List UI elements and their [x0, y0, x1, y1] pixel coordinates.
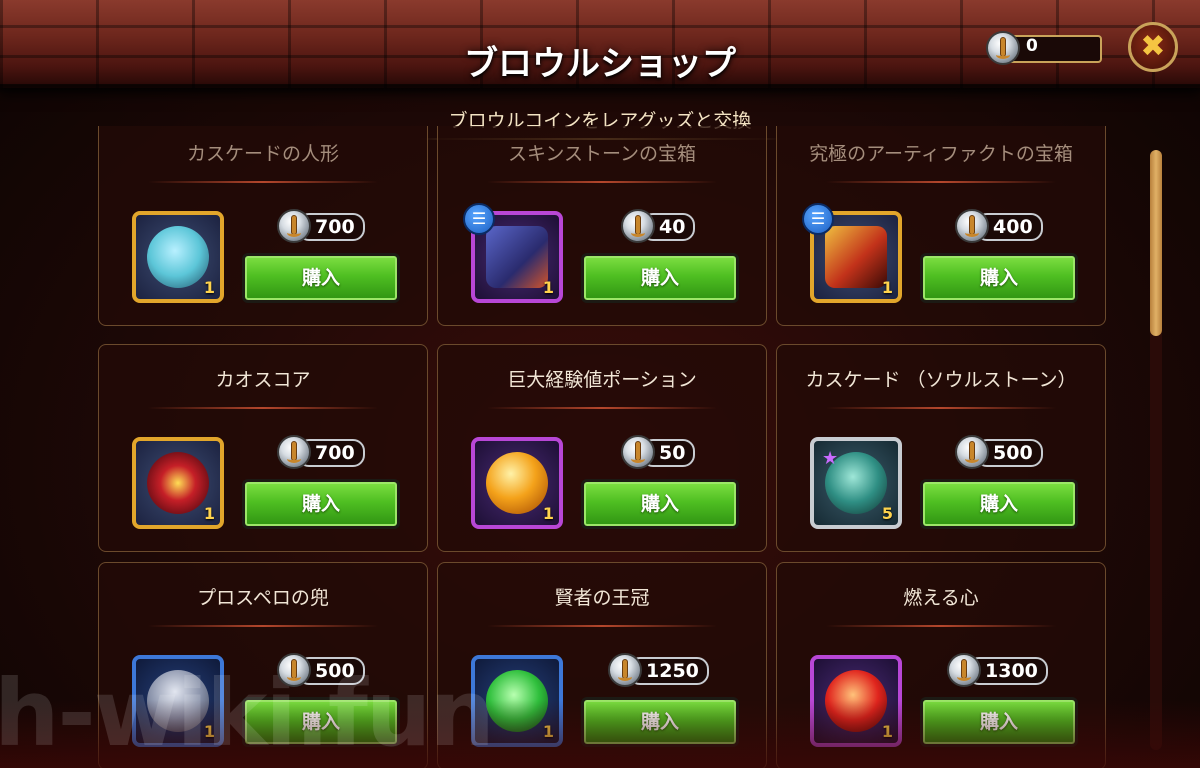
- item-name: 巨大経験値ポーション: [507, 369, 697, 391]
- chaos-core-icon: [147, 452, 209, 514]
- item-quantity: 1: [881, 722, 893, 741]
- buy-button[interactable]: 購入: [581, 253, 739, 303]
- doll-icon: [147, 226, 209, 288]
- buy-button[interactable]: 購入: [920, 697, 1078, 747]
- item-quantity: 1: [881, 278, 893, 297]
- brawl-coin-icon: [621, 209, 655, 243]
- currency-counter: 0: [986, 31, 1104, 65]
- shop-item-card: 巨大経験値ポーション 1 50 購入: [437, 344, 767, 552]
- card-divider: [148, 181, 378, 183]
- card-divider: [148, 407, 378, 409]
- buy-button[interactable]: 購入: [920, 253, 1078, 303]
- brawl-coin-icon: [608, 653, 642, 687]
- buy-button[interactable]: 購入: [242, 479, 400, 529]
- item-name: 賢者の王冠: [554, 587, 650, 609]
- card-divider: [826, 407, 1056, 409]
- buy-button[interactable]: 購入: [242, 253, 400, 303]
- brawl-coin-icon: [955, 435, 989, 469]
- card-divider: [487, 181, 717, 183]
- item-icon[interactable]: ★ 5: [810, 437, 902, 529]
- item-name: 燃える心: [903, 587, 979, 609]
- watermark: h-wiki.fun: [0, 660, 495, 767]
- currency-value: 0: [1026, 36, 1038, 56]
- item-name: カスケード （ソウルストーン）: [805, 369, 1077, 391]
- item-name: スキンストーンの宝箱: [507, 143, 697, 165]
- item-name: プロスペロの兜: [197, 587, 329, 609]
- info-list-icon[interactable]: ☰: [463, 203, 495, 235]
- item-quantity: 1: [542, 504, 554, 523]
- item-name: 究極のアーティファクトの宝箱: [809, 143, 1073, 165]
- card-divider: [826, 625, 1056, 627]
- shop-item-card: カオスコア 1 700 購入: [98, 344, 428, 552]
- item-name: カスケードの人形: [186, 143, 339, 165]
- artifact-chest-icon: [825, 226, 887, 288]
- item-quantity: 1: [203, 504, 215, 523]
- card-divider: [487, 407, 717, 409]
- buy-button[interactable]: 購入: [920, 479, 1078, 529]
- item-quantity: 1: [542, 722, 554, 741]
- skinstone-chest-icon: [486, 226, 548, 288]
- brawl-coin-icon: [277, 435, 311, 469]
- shop-item-card: カスケードの人形 1 700 購入: [98, 126, 428, 326]
- shop-item-card: スキンストーンの宝箱 ☰ 1 40 購入: [437, 126, 767, 326]
- item-name: カオスコア: [215, 369, 311, 391]
- item-icon[interactable]: 1: [132, 437, 224, 529]
- buy-button[interactable]: 購入: [581, 479, 739, 529]
- item-quantity: 1: [203, 278, 215, 297]
- scrollbar-thumb[interactable]: [1150, 150, 1162, 336]
- brawl-coin-icon: [955, 209, 989, 243]
- item-icon[interactable]: 1: [132, 211, 224, 303]
- star-icon: ★: [822, 448, 839, 469]
- brawl-coin-icon: [947, 653, 981, 687]
- close-icon: ✖: [1140, 29, 1166, 64]
- close-button[interactable]: ✖: [1128, 22, 1178, 72]
- info-list-icon[interactable]: ☰: [802, 203, 834, 235]
- card-divider: [148, 625, 378, 627]
- burning-heart-icon: [825, 670, 887, 732]
- item-icon[interactable]: 1: [471, 437, 563, 529]
- xp-potion-icon: [486, 452, 548, 514]
- currency-bar: [1006, 35, 1102, 63]
- shop-item-card: 燃える心 1 1300 購入: [776, 562, 1106, 768]
- item-icon[interactable]: 1: [810, 655, 902, 747]
- shop-item-card: カスケード （ソウルストーン） ★ 5 500 購入: [776, 344, 1106, 552]
- card-divider: [826, 181, 1056, 183]
- buy-button[interactable]: 購入: [581, 697, 739, 747]
- brawl-coin-icon: [277, 209, 311, 243]
- card-divider: [487, 625, 717, 627]
- crown-icon: [486, 670, 548, 732]
- brawl-coin-icon: [986, 31, 1020, 65]
- item-quantity: 1: [542, 278, 554, 297]
- shop-item-card: 究極のアーティファクトの宝箱 ☰ 1 400 購入: [776, 126, 1106, 326]
- brawl-coin-icon: [621, 435, 655, 469]
- item-quantity: 5: [881, 504, 893, 523]
- brawl-coin-icon: [277, 653, 311, 687]
